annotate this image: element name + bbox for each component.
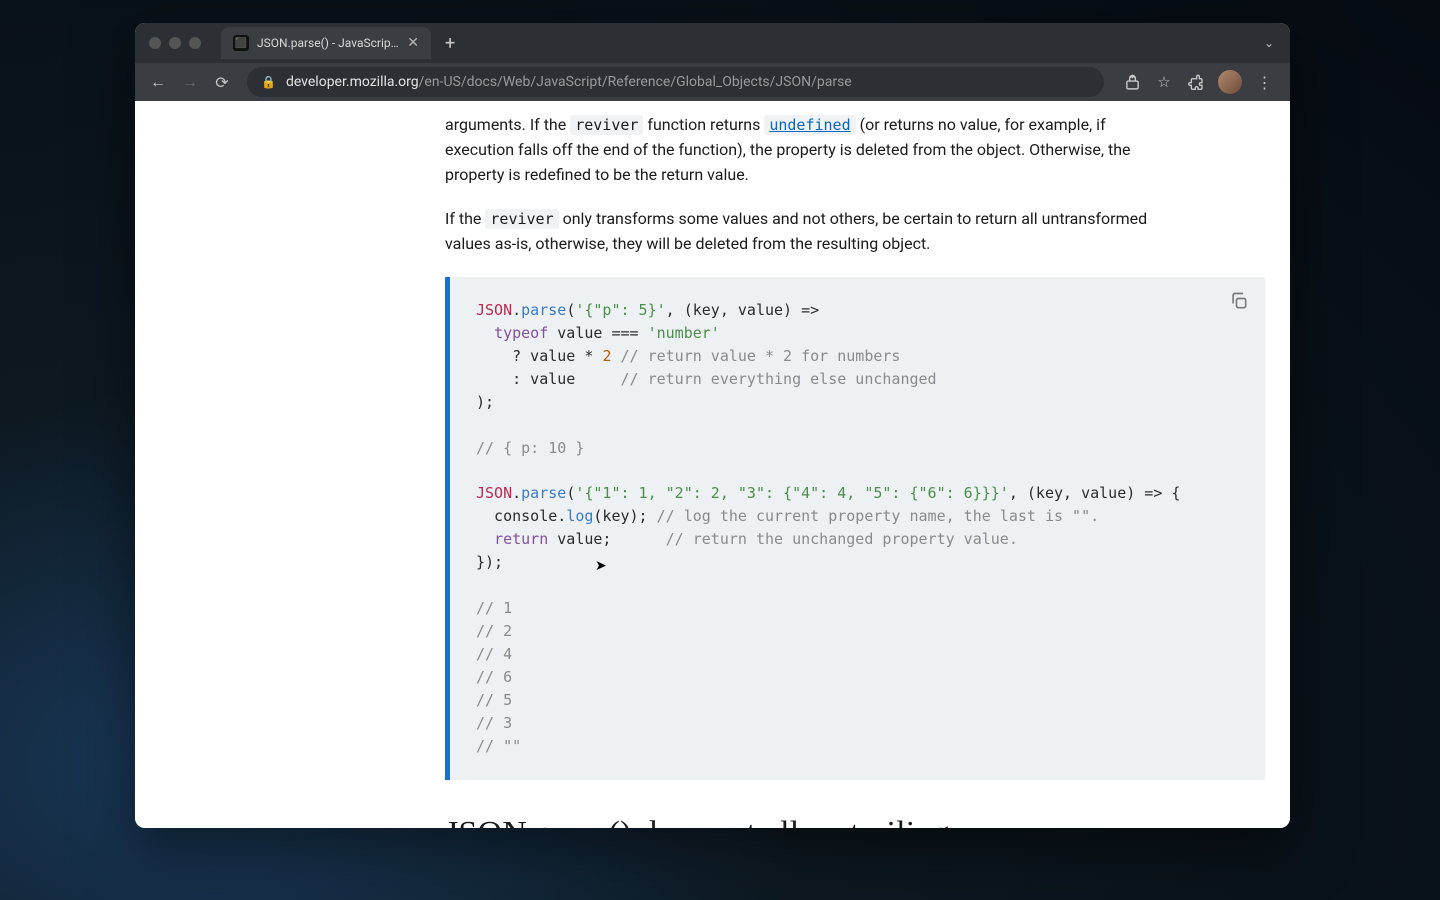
browser-window: ⬛ JSON.parse() - JavaScript | MDN ✕ + ⌄ … (135, 23, 1290, 828)
code-content: JSON.parse('{"p": 5}', (key, value) => t… (476, 299, 1239, 758)
maximize-window-button[interactable] (189, 37, 201, 49)
extensions-icon[interactable] (1186, 72, 1206, 92)
share-icon[interactable] (1122, 72, 1142, 92)
url-path: /en-US/docs/Web/JavaScript/Reference/Glo… (419, 74, 852, 90)
bookmark-icon[interactable]: ☆ (1154, 72, 1174, 92)
new-tab-button[interactable]: + (431, 33, 469, 54)
profile-avatar[interactable] (1218, 70, 1242, 94)
window-controls (145, 37, 209, 49)
article-body: arguments. If the reviver function retur… (135, 113, 1270, 828)
address-bar[interactable]: 🔒 developer.mozilla.org/en-US/docs/Web/J… (247, 67, 1104, 97)
link-undefined[interactable]: undefined (764, 115, 855, 134)
minimize-window-button[interactable] (169, 37, 181, 49)
back-button[interactable]: ← (143, 67, 173, 97)
paragraph-1: arguments. If the reviver function retur… (445, 113, 1175, 187)
tab-favicon: ⬛ (233, 35, 249, 51)
reload-button[interactable]: ⟳ (207, 67, 237, 97)
tab-strip: ⬛ JSON.parse() - JavaScript | MDN ✕ + ⌄ (135, 23, 1290, 63)
inline-code-reviver: reviver (570, 115, 643, 135)
browser-tab[interactable]: ⬛ JSON.parse() - JavaScript | MDN ✕ (221, 27, 431, 59)
paragraph-2: If the reviver only transforms some valu… (445, 207, 1175, 257)
code-example-block: JSON.parse('{"p": 5}', (key, value) => t… (445, 277, 1265, 780)
menu-icon[interactable]: ⋮ (1254, 72, 1274, 92)
url-text: developer.mozilla.org/en-US/docs/Web/Jav… (286, 74, 1090, 90)
tab-title: JSON.parse() - JavaScript | MDN (257, 36, 399, 50)
url-host: developer.mozilla.org (286, 74, 419, 90)
browser-toolbar: ← → ⟳ 🔒 developer.mozilla.org/en-US/docs… (135, 63, 1290, 101)
tab-list-button[interactable]: ⌄ (1248, 36, 1290, 50)
copy-code-button[interactable] (1229, 291, 1251, 313)
inline-code-reviver: reviver (485, 209, 558, 229)
section-heading: JSON.parse() does not allow trailing com… (445, 808, 1270, 828)
toolbar-icons: ☆ ⋮ (1114, 70, 1282, 94)
forward-button[interactable]: → (175, 67, 205, 97)
close-window-button[interactable] (149, 37, 161, 49)
close-tab-icon[interactable]: ✕ (407, 35, 419, 51)
lock-icon: 🔒 (261, 75, 276, 89)
page-content: arguments. If the reviver function retur… (135, 101, 1290, 828)
